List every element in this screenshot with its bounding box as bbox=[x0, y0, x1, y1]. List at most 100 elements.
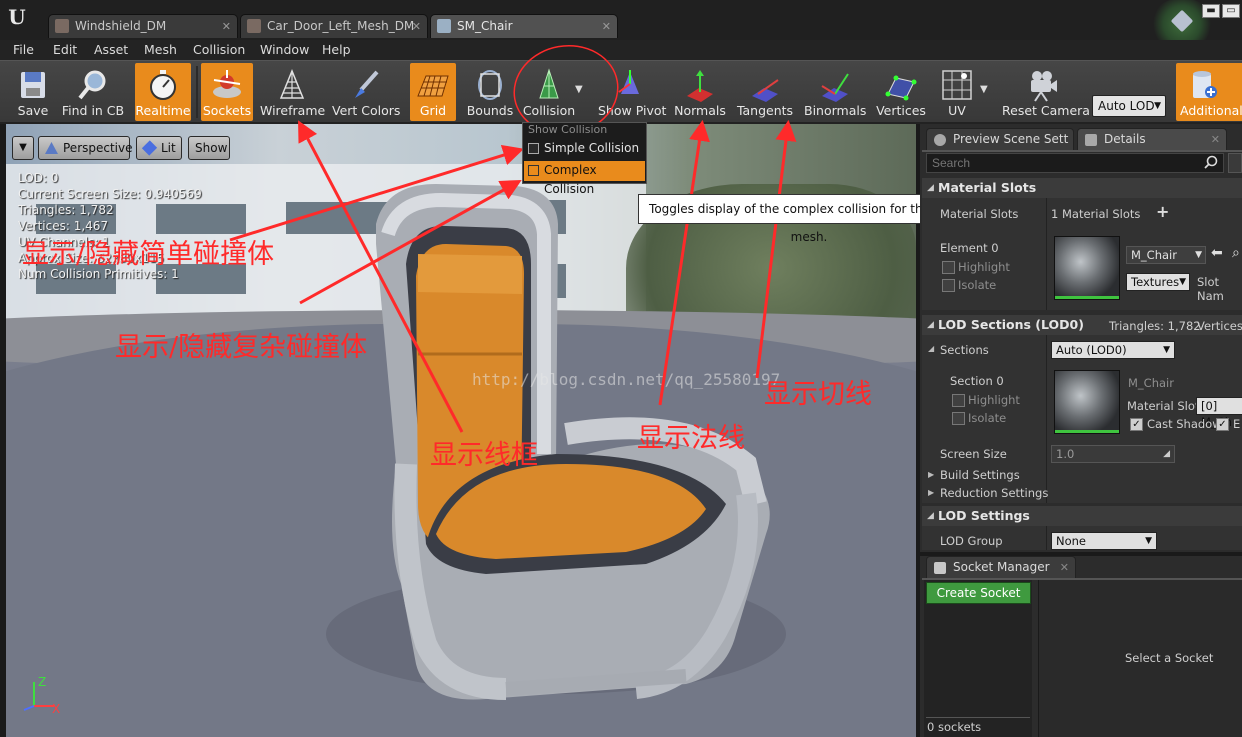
wireframe-button[interactable]: Wireframe bbox=[260, 63, 325, 121]
auto-lod-dropdown[interactable]: Auto LOD ▼ bbox=[1092, 95, 1166, 117]
tab-label: Socket Manager bbox=[953, 560, 1050, 574]
menu-window[interactable]: Window bbox=[260, 42, 309, 57]
lod-group-dropdown[interactable]: None ▼ bbox=[1051, 532, 1157, 550]
close-icon[interactable]: ✕ bbox=[222, 15, 231, 38]
section-highlight-checkbox[interactable] bbox=[952, 394, 965, 407]
tab-socket-manager[interactable]: Socket Manager ✕ bbox=[926, 556, 1076, 578]
details-search-input[interactable] bbox=[926, 153, 1224, 173]
tab-label: Preview Scene Sett bbox=[953, 132, 1069, 146]
tab-windshield-dm[interactable]: Windshield_DM ✕ bbox=[48, 14, 238, 38]
add-material-slot-icon[interactable]: + bbox=[1156, 202, 1169, 221]
find-in-cb-button[interactable]: Find in CB bbox=[60, 63, 126, 121]
section-highlight-label: Highlight bbox=[968, 393, 1020, 407]
isolate-checkbox[interactable] bbox=[942, 279, 955, 292]
additional-data-button[interactable]: Additional D bbox=[1176, 63, 1242, 121]
cast-shadow-checkbox[interactable]: ✓ bbox=[1130, 418, 1143, 431]
save-button[interactable]: Save bbox=[10, 63, 56, 121]
wireframe-icon bbox=[279, 69, 305, 99]
uv-dropdown-arrow-icon[interactable]: ▼ bbox=[980, 84, 988, 95]
build-settings-label: Build Settings bbox=[940, 468, 1020, 482]
perspective-icon bbox=[45, 142, 58, 154]
static-mesh-icon bbox=[247, 19, 261, 33]
close-icon[interactable]: ✕ bbox=[1211, 129, 1220, 150]
material-thumbnail[interactable] bbox=[1054, 236, 1120, 300]
additional-data-label: Additional D bbox=[1180, 103, 1242, 118]
bounds-button[interactable]: Bounds bbox=[464, 63, 516, 121]
menu-file[interactable]: File bbox=[13, 42, 34, 57]
section-material-thumbnail[interactable] bbox=[1054, 370, 1120, 434]
expand-arrow-icon[interactable]: ▶ bbox=[928, 488, 934, 497]
tab-label: Car_Door_Left_Mesh_DM bbox=[267, 19, 415, 33]
collapse-arrow-icon: ◢ bbox=[927, 320, 934, 330]
show-collision-heading: Show Collision bbox=[528, 123, 608, 136]
realtime-button[interactable]: Realtime bbox=[135, 63, 191, 121]
grid-button[interactable]: Grid bbox=[410, 63, 456, 121]
textures-dropdown[interactable]: Textures ▼ bbox=[1126, 273, 1190, 291]
close-icon[interactable]: ✕ bbox=[412, 15, 421, 38]
element-0-label: Element 0 bbox=[940, 241, 999, 255]
complex-collision-option[interactable]: Complex Collision bbox=[524, 161, 645, 196]
show-button[interactable]: Show bbox=[188, 136, 230, 160]
normals-button[interactable]: Normals bbox=[674, 63, 726, 121]
menu-help[interactable]: Help bbox=[322, 42, 351, 57]
realtime-label: Realtime bbox=[135, 103, 191, 118]
highlight-checkbox[interactable] bbox=[942, 261, 955, 274]
uv-button[interactable]: UV bbox=[936, 63, 978, 121]
sections-dropdown[interactable]: Auto (LOD0) ▼ bbox=[1051, 341, 1175, 359]
lit-icon bbox=[141, 140, 158, 156]
menu-collision[interactable]: Collision bbox=[193, 42, 245, 57]
chevron-down-icon: ▼ bbox=[1154, 101, 1161, 111]
uv-label: UV bbox=[948, 103, 966, 118]
section-material-name: M_Chair bbox=[1128, 376, 1174, 390]
expand-arrow-icon[interactable]: ◢ bbox=[928, 344, 934, 353]
collapse-arrow-icon: ◢ bbox=[927, 183, 934, 193]
vert-colors-button[interactable]: Vert Colors bbox=[332, 63, 400, 121]
simple-collision-option[interactable]: Simple Collision bbox=[524, 139, 645, 159]
view-options-button[interactable] bbox=[1228, 153, 1242, 173]
lit-button[interactable]: Lit bbox=[136, 136, 182, 160]
vertices-button[interactable]: Vertices bbox=[876, 63, 926, 121]
screen-size-field[interactable]: 1.0 ◢ bbox=[1051, 445, 1175, 463]
tab-car-door[interactable]: Car_Door_Left_Mesh_DM ✕ bbox=[240, 14, 428, 38]
material-slot-dropdown[interactable]: [0] M_Ch bbox=[1196, 397, 1242, 429]
sockets-button[interactable]: Sockets bbox=[201, 63, 253, 121]
reset-camera-button[interactable]: Reset Camera bbox=[1002, 63, 1090, 121]
lod-settings-header[interactable]: ◢ LOD Settings bbox=[922, 506, 1242, 526]
create-socket-button[interactable]: Create Socket bbox=[926, 582, 1031, 604]
tab-sm-chair[interactable]: SM_Chair ✕ bbox=[430, 14, 618, 38]
search-icon[interactable] bbox=[1204, 155, 1218, 169]
bounds-label: Bounds bbox=[466, 103, 514, 118]
show-pivot-button[interactable]: Show Pivot bbox=[598, 63, 666, 121]
close-icon[interactable]: ✕ bbox=[602, 15, 611, 38]
simple-collision-checkbox[interactable] bbox=[528, 143, 539, 154]
section-isolate-checkbox[interactable] bbox=[952, 412, 965, 425]
collision-button[interactable]: Collision bbox=[520, 63, 578, 121]
collision-dropdown-arrow-icon[interactable]: ▼ bbox=[575, 84, 583, 95]
tangents-button[interactable]: Tangents bbox=[736, 63, 794, 121]
grid-label: Grid bbox=[419, 103, 447, 118]
binormals-button[interactable]: Binormals bbox=[804, 63, 866, 121]
chevron-down-icon: ▼ bbox=[1145, 536, 1152, 546]
viewport-options-button[interactable]: ▼ bbox=[12, 136, 34, 160]
browse-icon[interactable]: ⌕ bbox=[1232, 245, 1240, 261]
reset-icon[interactable]: ◢ bbox=[1163, 446, 1170, 462]
minimize-button[interactable]: ▬ bbox=[1202, 4, 1220, 18]
slot-name-label: Slot Nam bbox=[1197, 275, 1224, 303]
maximize-button[interactable]: ▭ bbox=[1222, 4, 1240, 18]
material-picker[interactable]: M_Chair ▼ bbox=[1126, 246, 1206, 264]
material-slots-row-label: Material Slots bbox=[940, 207, 1019, 221]
menu-asset[interactable]: Asset bbox=[94, 42, 128, 57]
menu-edit[interactable]: Edit bbox=[53, 42, 77, 57]
use-selected-arrow-icon[interactable]: ⬅ bbox=[1211, 245, 1223, 261]
tab-preview-scene-settings[interactable]: Preview Scene Sett bbox=[926, 128, 1074, 150]
tab-details[interactable]: Details ✕ bbox=[1077, 128, 1227, 150]
material-slots-header[interactable]: ◢ Material Slots bbox=[922, 178, 1242, 198]
close-icon[interactable]: ✕ bbox=[1060, 557, 1069, 578]
complex-collision-checkbox[interactable] bbox=[528, 165, 539, 176]
perspective-button[interactable]: Perspective bbox=[38, 136, 133, 160]
annotation-wireframe: 显示线框 bbox=[430, 440, 538, 471]
menu-mesh[interactable]: Mesh bbox=[144, 42, 177, 57]
expand-arrow-icon[interactable]: ▶ bbox=[928, 470, 934, 479]
extra-checkbox[interactable]: ✓ bbox=[1216, 418, 1229, 431]
axis-x-label: X bbox=[52, 702, 61, 716]
